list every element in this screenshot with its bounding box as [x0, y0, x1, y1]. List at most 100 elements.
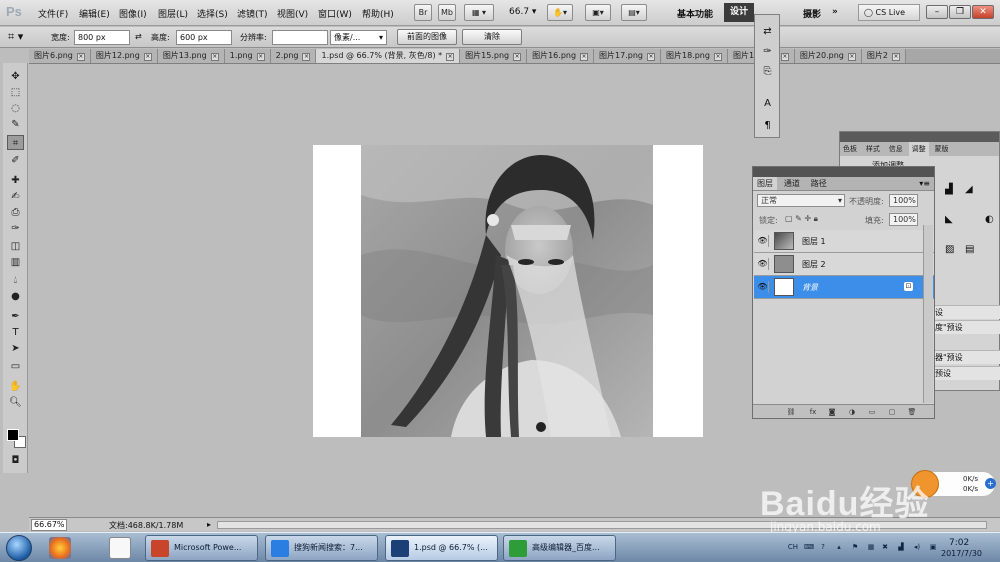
document-tab[interactable]: 图片20.png × [794, 49, 862, 63]
zoom-icon[interactable]: 🔍︎ [7, 395, 24, 410]
network-speed-widget[interactable]: 0K/s 0K/s + [910, 470, 996, 498]
crop-icon[interactable]: ⌗ [7, 135, 24, 150]
tool-preset-picker[interactable]: ⌗ ▾ [8, 30, 23, 44]
move-icon[interactable]: ✥ [7, 69, 24, 84]
opacity-field[interactable]: 100% [889, 194, 918, 207]
preset-row[interactable]: 预设 [933, 366, 1000, 380]
lasso-icon[interactable]: ◌ [7, 101, 24, 116]
trash-icon[interactable]: 🗑︎ [907, 407, 917, 417]
healing-brush-icon[interactable]: ✚ [7, 173, 24, 188]
close-tab-icon[interactable]: × [713, 53, 722, 61]
layers-scrollbar[interactable] [923, 225, 933, 403]
taskbar-window-button[interactable]: 搜狗新闻搜索：7... [265, 535, 378, 561]
restore-button[interactable]: ❐ [949, 5, 971, 19]
close-tab-icon[interactable]: × [256, 53, 265, 61]
close-tab-icon[interactable]: × [647, 53, 655, 61]
document-tab[interactable]: 图片17.png × [594, 49, 661, 63]
tab-info[interactable]: 信息 [886, 142, 906, 156]
close-tab-icon[interactable]: × [143, 53, 152, 61]
close-tab-icon[interactable]: × [76, 53, 85, 61]
document-tab[interactable]: 1.psd @ 66.7% (背景, 灰色/8) * × [316, 49, 461, 63]
close-tab-icon[interactable]: × [891, 53, 900, 61]
marquee-icon[interactable]: ⬚ [7, 85, 24, 100]
menu-filter[interactable]: 滤镜(T) [237, 7, 268, 20]
adjustment-layer-icon[interactable]: ◑ [847, 407, 857, 417]
panel-menu-icon[interactable]: ▾≡ [919, 177, 930, 190]
quick-mask-icon[interactable]: ◘ [7, 453, 24, 468]
view-extras-button[interactable]: ▦ ▾ [464, 4, 494, 21]
history-brush-icon[interactable]: ✑ [7, 221, 24, 236]
layer-row[interactable]: 👁︎ 图层 1 [754, 230, 934, 253]
preset-row[interactable]: 设 [933, 305, 1000, 319]
front-image-button[interactable]: 前面的图像 [397, 29, 457, 45]
gradient-map-icon[interactable]: ▤ [965, 244, 974, 255]
status-menu-icon[interactable]: ▸ [207, 520, 211, 529]
visibility-eye-icon[interactable]: 👁︎ [757, 235, 769, 247]
menu-window[interactable]: 窗口(W) [318, 7, 352, 20]
layer-row[interactable]: 👁︎ 图层 2 [754, 253, 934, 276]
dodge-icon[interactable]: ● [7, 289, 24, 304]
tray-arrow-icon[interactable]: ▴ [834, 542, 844, 552]
preset-row[interactable]: 度"预设 [933, 320, 1000, 334]
eyedropper-icon[interactable]: ✐ [7, 153, 24, 168]
document-tab[interactable]: 图片15.png × [460, 49, 528, 63]
menu-layer[interactable]: 图层(L) [158, 7, 188, 20]
resolution-field[interactable] [272, 30, 328, 45]
document-canvas[interactable] [313, 145, 703, 437]
document-tab[interactable]: 2.png × [270, 49, 317, 63]
path-select-icon[interactable]: ➤ [7, 341, 24, 356]
visibility-eye-icon[interactable]: 👁︎ [757, 281, 769, 293]
notification-icon[interactable]: ▣ [928, 542, 938, 552]
foreground-color-swatch[interactable] [7, 429, 19, 441]
layer-row[interactable]: 👁︎ 背景 ⊡ [754, 276, 934, 299]
preset-row[interactable]: 器"预设 [933, 350, 1000, 364]
menu-select[interactable]: 选择(S) [197, 7, 228, 20]
tab-masks[interactable]: 蒙版 [932, 142, 952, 156]
signal-icon[interactable]: ▟ [896, 542, 906, 552]
hue-saturation-icon[interactable]: ◣ [945, 214, 953, 225]
menu-edit[interactable]: 编辑(E) [79, 7, 110, 20]
blank-document-icon[interactable] [109, 537, 131, 559]
document-tab[interactable]: 图片18.png × [661, 49, 728, 63]
language-indicator[interactable]: CH [786, 542, 800, 552]
exposure-icon[interactable]: ◢ [965, 184, 973, 195]
zoom-level-dropdown[interactable]: 66.7 ▾ [509, 7, 536, 17]
start-button[interactable] [6, 535, 32, 561]
menu-image[interactable]: 图像(I) [119, 7, 147, 20]
close-tab-icon[interactable]: × [210, 53, 219, 61]
lock-transparency-icon[interactable]: ▢ ✎ ✛ 🔒︎ [785, 214, 818, 224]
swap-dimensions-icon[interactable]: ⇄ [135, 32, 142, 41]
taskbar-window-button[interactable]: Microsoft Powe... [145, 535, 258, 561]
horizontal-scrollbar[interactable] [217, 521, 987, 529]
paragraph-panel-icon[interactable]: ¶ [760, 119, 775, 133]
tab-swatches[interactable]: 色板 [840, 142, 860, 156]
curves-icon[interactable]: ▟ [945, 184, 953, 195]
clock-date[interactable]: 2017/7/30 [941, 549, 982, 558]
document-tab[interactable]: 图片13.png × [157, 49, 225, 63]
document-tab[interactable]: 图片12.png × [90, 49, 158, 63]
new-layer-icon[interactable]: ▢ [887, 407, 897, 417]
clear-button[interactable]: 清除 [462, 29, 522, 45]
adjustments-panel-header[interactable] [840, 132, 999, 142]
hand-tool-button[interactable]: ✋▾ [547, 4, 573, 21]
tool-presets-icon[interactable]: ⇄ [760, 25, 775, 39]
zoom-field[interactable]: 66.67% [31, 519, 67, 531]
game-launcher-icon[interactable] [49, 537, 71, 559]
menu-file[interactable]: 文件(F) [38, 7, 68, 20]
quick-select-icon[interactable]: ✎ [7, 117, 24, 132]
menu-view[interactable]: 视图(V) [277, 7, 308, 20]
character-panel-icon[interactable]: A [760, 97, 775, 111]
layer-name[interactable]: 图层 2 [802, 259, 826, 270]
link-layers-icon[interactable]: ⛓ [786, 407, 796, 417]
close-tab-icon[interactable]: × [513, 53, 522, 61]
gradient-icon[interactable]: ▥ [7, 255, 24, 270]
cs-live-button[interactable]: ◯ CS Live [858, 4, 920, 21]
plus-icon[interactable]: + [985, 478, 996, 489]
resolution-unit-select[interactable]: 像素/... ▾ [330, 30, 387, 45]
taskbar-window-button[interactable]: 1.psd @ 66.7% (... [385, 535, 498, 561]
fill-field[interactable]: 100% [889, 213, 918, 226]
shape-icon[interactable]: ▭ [7, 359, 24, 374]
workspace-photography[interactable]: 摄影 [803, 7, 821, 20]
security-icon[interactable]: ✖ [880, 542, 890, 552]
brush-icon[interactable]: ✍ [7, 189, 24, 204]
